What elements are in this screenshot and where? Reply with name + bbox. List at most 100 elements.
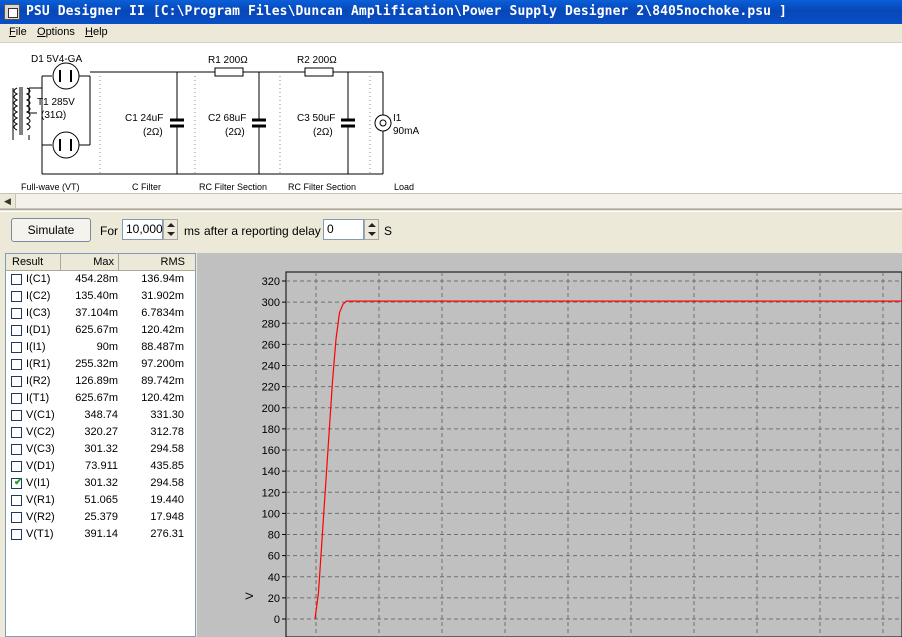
- table-row[interactable]: V(R1) 51.065 19.440: [6, 492, 195, 509]
- table-row[interactable]: I(C3) 37.104m 6.7834m: [6, 305, 195, 322]
- horizontal-scrollbar[interactable]: ◀: [0, 193, 902, 209]
- section-label: C Filter: [132, 182, 161, 192]
- result-rms: 294.58: [150, 443, 184, 455]
- result-name: V(T1): [26, 528, 54, 540]
- table-row[interactable]: V(C2) 320.27 312.78: [6, 424, 195, 441]
- y-tick-label: 40: [268, 572, 280, 584]
- c1-capacitor-symbol[interactable]: [170, 72, 184, 174]
- reporting-delay-label: after a reporting delay of: [204, 224, 335, 238]
- result-checkbox[interactable]: [11, 274, 22, 285]
- y-axis-label: V: [244, 592, 256, 600]
- result-checkbox[interactable]: [11, 342, 22, 353]
- scroll-left-arrow-icon[interactable]: ◀: [0, 194, 16, 208]
- table-row[interactable]: V(R2) 25.379 17.948: [6, 509, 195, 526]
- result-checkbox[interactable]: [11, 461, 22, 472]
- result-checkbox[interactable]: [11, 308, 22, 319]
- result-checkbox[interactable]: [11, 444, 22, 455]
- result-checkbox[interactable]: [11, 427, 22, 438]
- c2-capacitor-symbol[interactable]: [252, 72, 266, 174]
- table-row[interactable]: V(D1) 73.911 435.85: [6, 458, 195, 475]
- y-tick-label: 300: [262, 297, 280, 309]
- plot-frame: [285, 271, 902, 637]
- load-current-source-symbol[interactable]: [374, 72, 392, 174]
- y-tick-label: 80: [268, 530, 280, 542]
- result-name: V(C3): [26, 443, 55, 455]
- table-row[interactable]: I(R2) 126.89m 89.742m: [6, 373, 195, 390]
- result-checkbox[interactable]: [11, 325, 22, 336]
- menu-bar: File Options Help: [0, 24, 902, 43]
- result-rms: 120.42m: [141, 324, 184, 336]
- duration-input[interactable]: 10,000: [122, 219, 163, 240]
- result-checkbox[interactable]: ✔: [11, 478, 22, 489]
- schematic-panel[interactable]: D1 5V4-GA T1 285V (31Ω) C1 24uF (2Ω) R1 …: [0, 43, 902, 193]
- column-header-result[interactable]: Result: [6, 254, 61, 270]
- delay-input[interactable]: 0: [323, 219, 364, 240]
- series-line: [314, 300, 902, 620]
- result-rms: 19.440: [150, 494, 184, 506]
- table-row[interactable]: ✔ V(I1) 301.32 294.58: [6, 475, 195, 492]
- result-checkbox[interactable]: [11, 393, 22, 404]
- spin-up-icon[interactable]: [167, 223, 175, 227]
- delay-spinner[interactable]: [364, 219, 379, 240]
- result-max: 255.32m: [75, 358, 118, 370]
- column-header-max[interactable]: Max: [61, 254, 119, 270]
- spin-down-icon[interactable]: [368, 232, 376, 236]
- result-name: V(R1): [26, 494, 55, 506]
- table-row[interactable]: I(C2) 135.40m 31.902m: [6, 288, 195, 305]
- result-max: 301.32: [84, 443, 118, 455]
- result-name: V(I1): [26, 477, 50, 489]
- result-max: 25.379: [84, 511, 118, 523]
- result-name: I(C1): [26, 273, 51, 285]
- result-name: I(R2): [26, 375, 51, 387]
- ms-label: ms: [184, 224, 200, 238]
- c2-label: C2 68uF: [208, 113, 246, 124]
- menu-help[interactable]: Help: [85, 26, 108, 38]
- r1-resistor-symbol[interactable]: [214, 67, 244, 77]
- result-checkbox[interactable]: [11, 376, 22, 387]
- result-rms: 331.30: [150, 409, 184, 421]
- table-row[interactable]: I(T1) 625.67m 120.42m: [6, 390, 195, 407]
- result-max: 51.065: [84, 494, 118, 506]
- r2-resistor-symbol[interactable]: [304, 67, 334, 77]
- table-row[interactable]: V(C1) 348.74 331.30: [6, 407, 195, 424]
- simulate-button[interactable]: Simulate: [11, 218, 91, 242]
- voltage-chart: 3203002802602402202001801601401201008060…: [244, 271, 902, 637]
- transformer-resistance: (31Ω): [41, 110, 66, 121]
- result-max: 90m: [96, 341, 118, 353]
- result-checkbox[interactable]: [11, 291, 22, 302]
- menu-options[interactable]: Options: [37, 26, 75, 38]
- rectifier-label: D1 5V4-GA: [31, 54, 82, 65]
- result-checkbox[interactable]: [11, 359, 22, 370]
- chart-panel[interactable]: 320 300 280 260 240 220 200 180 160 140 120 100 80 60…: [197, 253, 902, 637]
- table-row[interactable]: V(T1) 391.14 276.31: [6, 526, 195, 543]
- spin-up-icon[interactable]: [368, 223, 376, 227]
- app-icon[interactable]: [4, 4, 20, 20]
- spin-down-icon[interactable]: [167, 232, 175, 236]
- results-list[interactable]: Result Max RMS I(C1) 454.28m 136.94m I(C2) 1…: [5, 253, 196, 637]
- y-tick-label: 120: [262, 487, 280, 499]
- result-max: 73.911: [85, 460, 118, 472]
- table-row[interactable]: I(C1) 454.28m 136.94m: [6, 271, 195, 288]
- result-max: 625.67m: [75, 324, 118, 336]
- result-checkbox[interactable]: [11, 410, 22, 421]
- c3-capacitor-symbol[interactable]: [341, 72, 355, 174]
- window-title: PSU Designer II [C:\Program Files\Duncan…: [26, 4, 787, 19]
- result-name: I(C2): [26, 290, 51, 302]
- result-checkbox[interactable]: [11, 495, 22, 506]
- result-checkbox[interactable]: [11, 512, 22, 523]
- result-name: V(C2): [26, 426, 55, 438]
- section-label: RC Filter Section: [199, 182, 267, 192]
- column-header-rms[interactable]: RMS: [119, 254, 195, 270]
- duration-spinner[interactable]: [163, 219, 178, 240]
- table-row[interactable]: I(D1) 625.67m 120.42m: [6, 322, 195, 339]
- table-row[interactable]: V(C3) 301.32 294.58: [6, 441, 195, 458]
- result-rms: 17.948: [150, 511, 184, 523]
- y-tick-label: 320: [262, 276, 280, 288]
- y-tick-label: 280: [262, 318, 280, 330]
- menu-file[interactable]: File: [9, 26, 27, 38]
- table-row[interactable]: I(R1) 255.32m 97.200m: [6, 356, 195, 373]
- result-name: I(I1): [26, 341, 46, 353]
- result-checkbox[interactable]: [11, 529, 22, 540]
- table-row[interactable]: I(I1) 90m 88.487m: [6, 339, 195, 356]
- result-max: 135.40m: [75, 290, 118, 302]
